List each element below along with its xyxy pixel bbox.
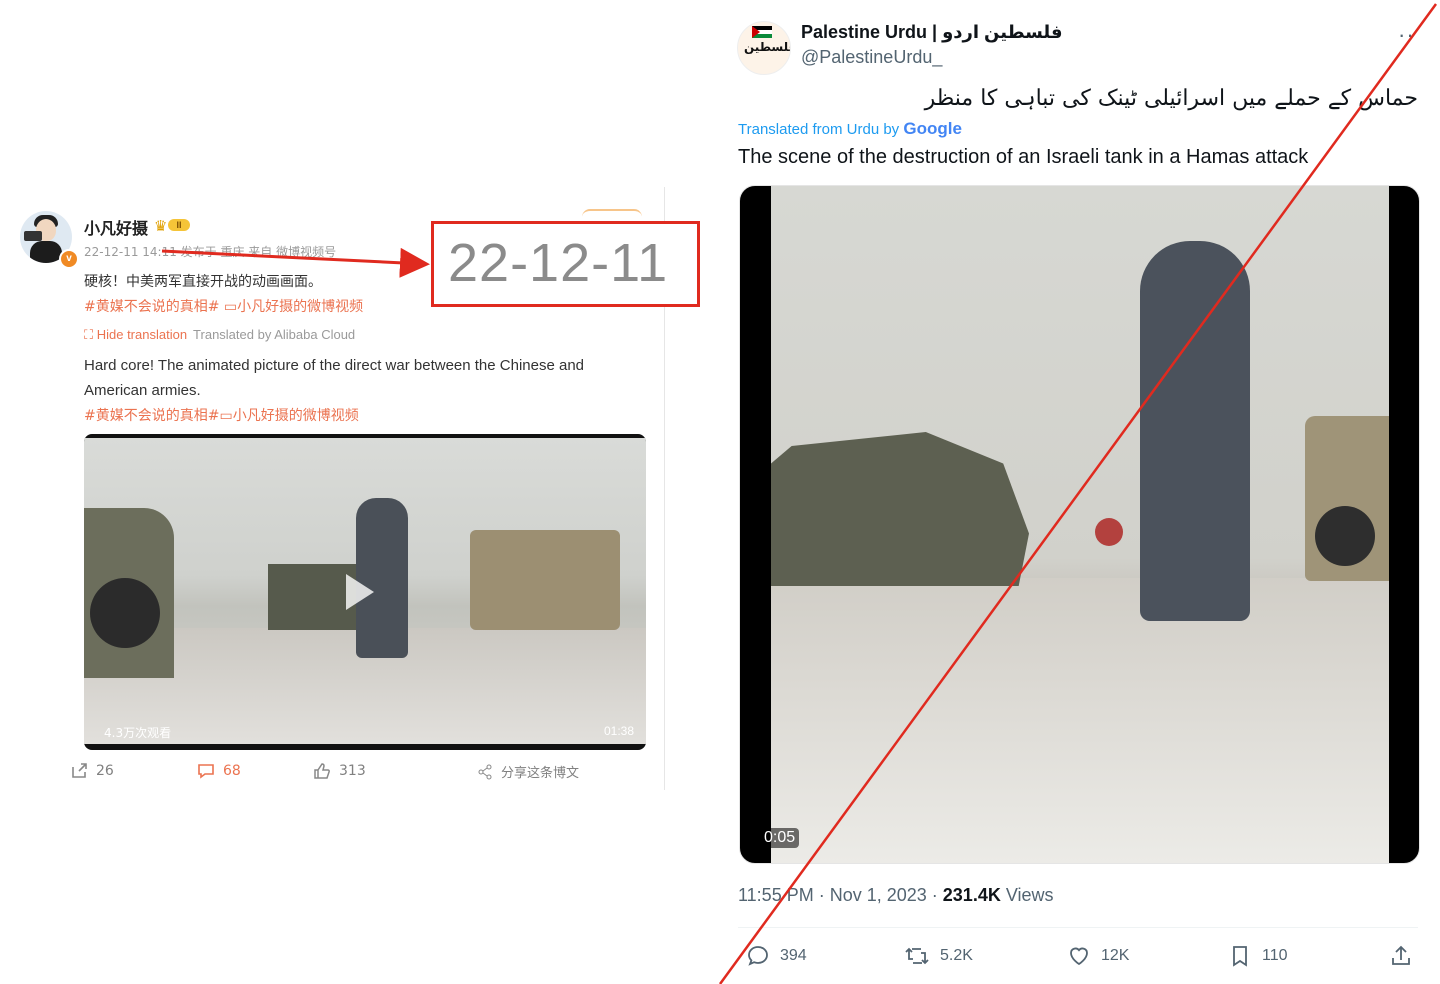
date-highlight-box: 22-12-11 (431, 221, 700, 307)
share-icon (478, 764, 492, 779)
weibo-username[interactable]: 小凡好摄 (84, 215, 148, 239)
tweet-translated-text: The scene of the destruction of an Israe… (738, 146, 1309, 168)
share-icon (1392, 945, 1410, 965)
weibo-video-player[interactable]: 4.3万次观看 01:38 (84, 434, 646, 750)
share-button[interactable] (1389, 944, 1413, 968)
post-meta: 22-12-11 14:11 发布于 重庆 来自 微博视频号 (84, 245, 337, 259)
highlighted-date: 22-12-11 (448, 233, 669, 293)
play-icon[interactable] (346, 574, 374, 610)
palestine-flag-icon (752, 26, 772, 38)
divider (738, 927, 1418, 928)
reply-count: 394 (780, 947, 807, 964)
translated-from-link[interactable]: Translated from Urdu by Google (738, 119, 962, 139)
comment-icon (198, 764, 214, 779)
repost-count: 26 (96, 763, 114, 779)
repost-button[interactable]: 26 (70, 762, 114, 780)
thumbs-up-icon (314, 763, 330, 779)
reply-icon (748, 946, 768, 966)
verified-badge-icon: v (59, 249, 79, 269)
tweet-handle[interactable]: @PalestineUrdu_ (801, 47, 942, 68)
hide-translation-link[interactable]: Hide translation (97, 327, 187, 342)
like-count: 313 (339, 763, 366, 779)
logo-icon: فلسطین (744, 40, 790, 54)
level-badge: II (168, 219, 190, 231)
tweet-time[interactable]: 11:55 PM · Nov 1, 2023 · (738, 885, 943, 905)
translated-from-label: Translated from Urdu by (738, 121, 900, 138)
more-options-icon[interactable]: ·· (1398, 22, 1415, 48)
video-views: 4.3万次观看 (104, 726, 172, 740)
video-duration: 01:38 (603, 724, 634, 738)
google-logo-text: Google (903, 119, 962, 138)
comment-button[interactable]: 68 (197, 762, 241, 780)
repost-icon (72, 763, 87, 778)
bookmark-icon (1233, 946, 1247, 967)
like-button[interactable]: 313 (313, 762, 366, 780)
post-text: 硬核！中美两军直接开战的动画画面。 (84, 274, 322, 290)
share-label: 分享这条博文 (501, 766, 580, 781)
tweet-display-name[interactable]: Palestine Urdu | فلسطین اردو (801, 22, 1063, 43)
share-button[interactable]: 分享这条博文 (477, 762, 579, 781)
reply-button[interactable]: 394 (746, 944, 807, 968)
tweet-avatar[interactable]: فلسطین (737, 21, 791, 75)
heart-icon (1070, 947, 1088, 966)
tweet-video-player[interactable]: 0:05 (739, 185, 1420, 864)
bookmark-count: 110 (1262, 947, 1288, 964)
views-count: 231.4K (942, 885, 1001, 905)
views-label: Views (1000, 885, 1054, 905)
video-timestamp: 0:05 (760, 828, 800, 848)
like-button[interactable]: 12K (1067, 944, 1129, 968)
post-hashtags[interactable]: #黄媒不会说的真相# ▭小凡好摄的微博视频 (84, 296, 363, 316)
follow-button[interactable] (582, 209, 642, 221)
translated-by-label: Translated by Alibaba Cloud (193, 327, 356, 342)
comment-count: 68 (223, 763, 241, 779)
crown-icon: ♛ (154, 218, 168, 235)
translation-bar: ⛶ Hide translation Translated by Alibaba … (84, 327, 355, 343)
bookmark-button[interactable]: 110 (1228, 944, 1288, 968)
translated-hashtags[interactable]: #黄媒不会说的真相#▭小凡好摄的微博视频 (84, 405, 359, 425)
like-count: 12K (1101, 947, 1130, 964)
google-logo: Google (903, 119, 962, 138)
retweet-icon (905, 947, 929, 965)
tweet-timestamp: 11:55 PM · Nov 1, 2023 · 231.4K Views (738, 885, 1054, 906)
retweet-button[interactable]: 5.2K (904, 944, 973, 968)
translated-text: Hard core! The animated picture of the d… (84, 357, 585, 399)
retweet-count: 5.2K (940, 947, 973, 964)
tweet-original-text: حماس کے حملے میں اسرائیلی ٹینک کی تباہی … (924, 86, 1418, 111)
translate-icon: ⛶ (84, 327, 97, 342)
